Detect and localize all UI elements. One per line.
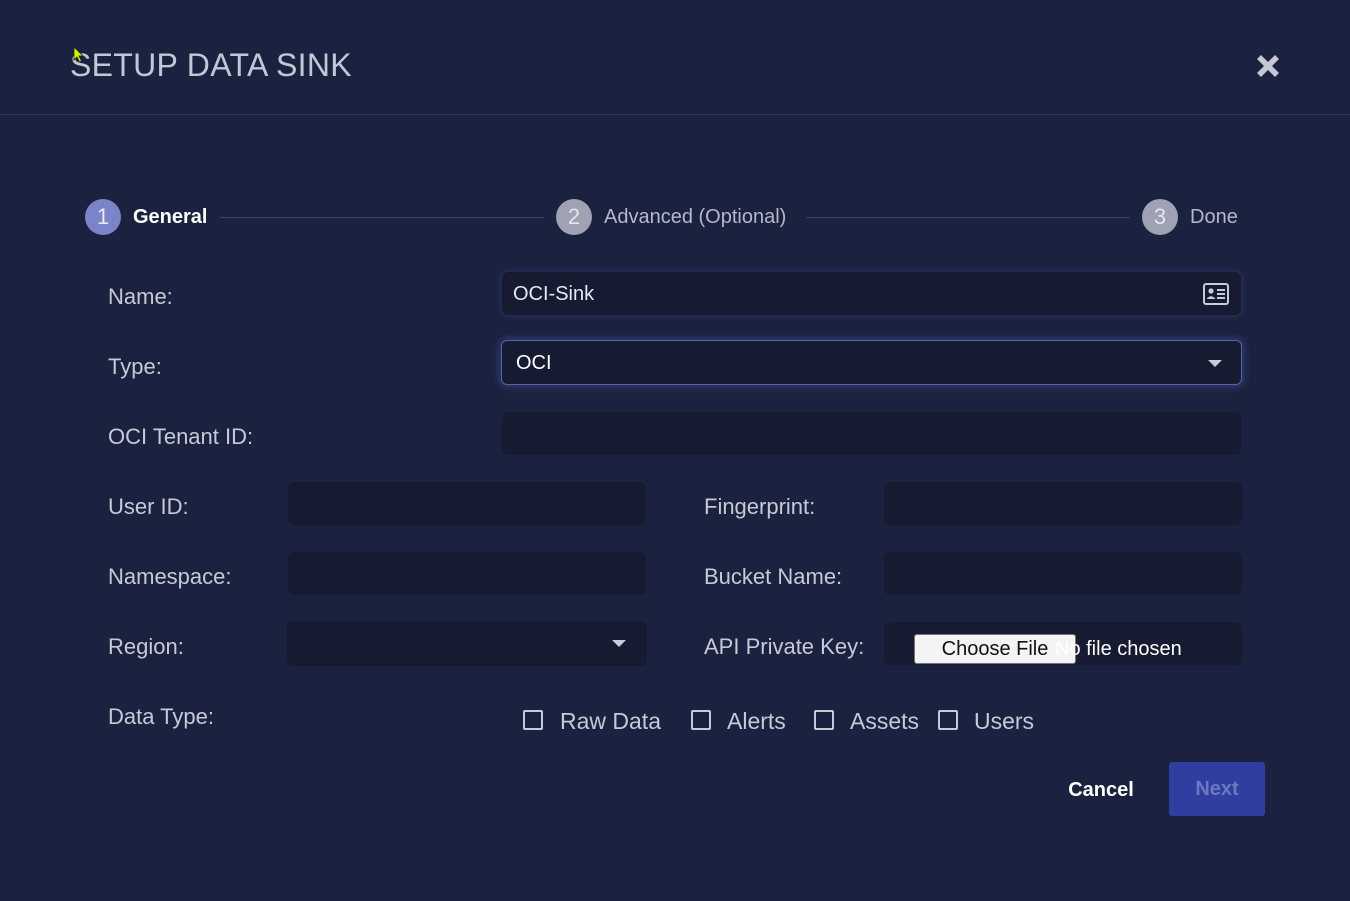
user-id-input[interactable] (288, 482, 646, 525)
name-input[interactable]: OCI-Sink (502, 272, 1241, 315)
alerts-checkbox[interactable] (691, 710, 711, 730)
step-1-label: General (133, 206, 208, 228)
users-label[interactable]: Users (974, 708, 1034, 735)
assets-checkbox[interactable] (814, 710, 834, 730)
setup-data-sink-modal: SETUP DATA SINK 1 General 2 Advanced (Op… (0, 0, 1350, 901)
file-status: No file chosen (1055, 638, 1182, 660)
modal-title: SETUP DATA SINK (70, 47, 352, 83)
data-type-label: Data Type: (108, 704, 214, 729)
bucket-name-input[interactable] (884, 552, 1242, 595)
caret-down-icon (612, 640, 626, 647)
bucket-name-label: Bucket Name: (704, 564, 843, 589)
fingerprint-label: Fingerprint: (704, 494, 816, 519)
step-1-circle: 1 (85, 199, 121, 235)
region-select[interactable] (287, 621, 647, 666)
tenant-id-label: OCI Tenant ID: (108, 424, 254, 449)
alerts-label[interactable]: Alerts (727, 708, 786, 735)
api-private-key-input: Choose File No file chosen (884, 622, 1242, 665)
name-value: OCI-Sink (513, 283, 595, 305)
api-private-key-label: API Private Key: (704, 634, 865, 659)
type-select[interactable]: OCI (501, 340, 1242, 385)
namespace-label: Namespace: (108, 564, 232, 589)
step-2-circle: 2 (556, 199, 592, 235)
users-checkbox[interactable] (938, 710, 958, 730)
choose-file-button[interactable]: Choose File (914, 634, 1076, 664)
mouse-cursor-icon (73, 46, 84, 63)
region-label: Region: (108, 634, 184, 659)
namespace-input[interactable] (288, 552, 646, 595)
assets-label[interactable]: Assets (850, 708, 919, 735)
step-connector-1 (220, 217, 544, 218)
modal-header: SETUP DATA SINK (0, 0, 1350, 115)
step-connector-2 (806, 217, 1130, 218)
contact-card-icon (1203, 283, 1229, 305)
user-id-label: User ID: (108, 494, 189, 519)
name-label: Name: (108, 284, 173, 309)
cancel-button[interactable]: Cancel (1060, 775, 1142, 805)
step-3-circle: 3 (1142, 199, 1178, 235)
next-button[interactable]: Next (1169, 762, 1265, 816)
caret-down-icon (1208, 360, 1222, 367)
raw-data-label[interactable]: Raw Data (560, 708, 661, 735)
type-value: OCI (516, 352, 552, 374)
raw-data-checkbox[interactable] (523, 710, 543, 730)
type-label: Type: (108, 354, 162, 379)
fingerprint-input[interactable] (884, 482, 1242, 525)
tenant-id-input[interactable] (502, 412, 1241, 455)
step-2-label: Advanced (Optional) (604, 206, 787, 228)
close-icon[interactable] (1250, 48, 1286, 84)
step-3-label: Done (1190, 206, 1238, 228)
